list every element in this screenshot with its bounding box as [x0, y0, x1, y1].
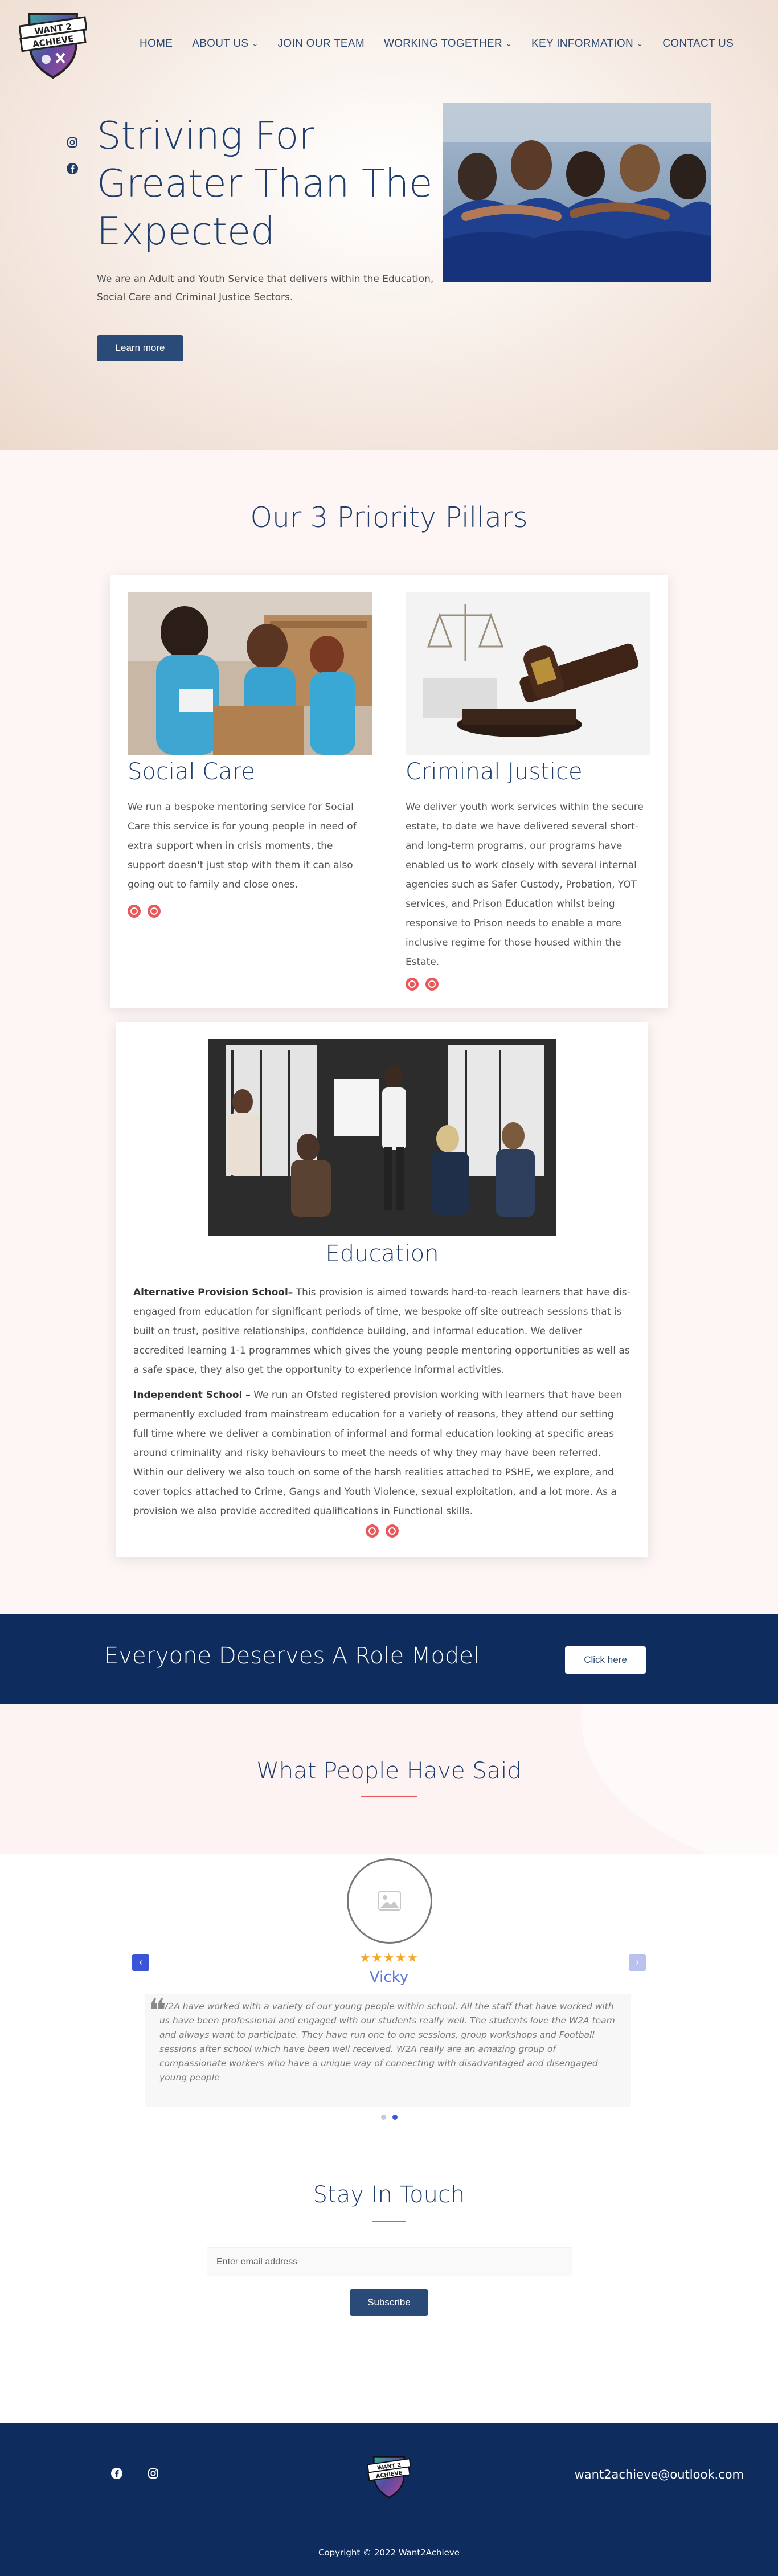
- click-here-button[interactable]: Click here: [565, 1646, 646, 1674]
- link-icon[interactable]: [425, 978, 439, 991]
- footer-social-links: [110, 2467, 160, 2480]
- chevron-down-icon: ⌄: [252, 39, 259, 48]
- pillars-section: Our 3 Priority Pillars Social Care We ru…: [0, 450, 778, 1614]
- facebook-icon[interactable]: [110, 2467, 124, 2480]
- role-model-title: Everyone Deserves A Role Model: [104, 1643, 480, 1669]
- nav-about-us[interactable]: ABOUT US ⌄: [182, 38, 268, 50]
- pillars-title: Our 3 Priority Pillars: [250, 501, 528, 534]
- alternative-provision-heading: Alternative Provision School–: [133, 1287, 293, 1298]
- nav-home[interactable]: HOME: [130, 38, 182, 50]
- footer-email[interactable]: want2achieve@outlook.com: [575, 2468, 744, 2481]
- social-care-links: [128, 905, 161, 918]
- chevron-down-icon: ⌄: [505, 39, 513, 48]
- newsletter-title: Stay In Touch: [313, 2182, 465, 2208]
- link-icon[interactable]: [148, 905, 161, 918]
- link-icon[interactable]: [366, 1524, 379, 1538]
- subscribe-button[interactable]: Subscribe: [350, 2289, 428, 2316]
- site-logo[interactable]: WANT 2 ACHIEVE: [18, 8, 88, 81]
- criminal-justice-links: [406, 978, 439, 991]
- slider-dot-active[interactable]: [392, 2115, 398, 2120]
- instagram-icon[interactable]: [65, 136, 79, 149]
- newsletter-section: Stay In Touch Subscribe: [0, 2132, 778, 2423]
- testimonial-quote-box: ❝ W2A have worked with a variety of our …: [145, 1993, 631, 2107]
- alternative-provision-text: Alternative Provision School– This provi…: [133, 1287, 630, 1376]
- criminal-justice-text: We deliver youth work services within th…: [406, 802, 644, 968]
- pillars-card-top: Social Care We run a bespoke mentoring s…: [110, 575, 668, 1008]
- link-icon[interactable]: [386, 1524, 399, 1538]
- social-care-photo: [128, 592, 372, 755]
- nav-join-our-team[interactable]: JOIN OUR TEAM: [268, 38, 374, 50]
- footer-copyright: Copyright © 2022 Want2Achieve: [318, 2548, 460, 2558]
- testimonial-quote: W2A have worked with a variety of our yo…: [159, 2001, 615, 2083]
- social-care-text: We run a bespoke mentoring service for S…: [128, 802, 357, 890]
- nav-contact-us[interactable]: CONTACT US: [653, 38, 743, 50]
- reviewer-name: Vicky: [369, 1969, 409, 1986]
- social-care-title: Social Care: [128, 759, 255, 785]
- education-title: Education: [325, 1241, 439, 1267]
- independent-school-text: Independent School – We run an Ofsted re…: [133, 1389, 623, 1517]
- nav-key-information[interactable]: KEY INFORMATION ⌄: [522, 38, 653, 50]
- pillars-card-education: Education Alternative Provision School– …: [116, 1022, 648, 1557]
- hero-social-links: [65, 136, 79, 175]
- link-icon[interactable]: [406, 978, 419, 991]
- learn-more-button[interactable]: Learn more: [97, 335, 183, 361]
- footer-logo[interactable]: WANT 2 ACHIEVE: [367, 2453, 411, 2500]
- link-icon[interactable]: [128, 905, 141, 918]
- slider-pagination: [0, 2115, 778, 2120]
- slider-dot[interactable]: [380, 2115, 386, 2120]
- independent-school-heading: Independent School –: [133, 1389, 251, 1401]
- hero-section: WANT 2 ACHIEVE HOME ABOUT US ⌄ JOIN OUR T…: [0, 0, 778, 450]
- star-rating: ★★★★★: [359, 1951, 419, 1965]
- role-model-banner: Everyone Deserves A Role Model Click her…: [0, 1614, 778, 1704]
- hero-team-photo: [443, 103, 711, 282]
- reviewer-avatar: [347, 1858, 432, 1944]
- title-underline: [372, 2221, 406, 2222]
- hero-description: We are an Adult and Youth Service that d…: [97, 273, 434, 303]
- nav-working-together[interactable]: WORKING TOGETHER ⌄: [374, 38, 522, 50]
- site-footer: WANT 2 ACHIEVE want2achieve@outlook.com …: [0, 2423, 778, 2576]
- chevron-down-icon: ⌄: [637, 39, 644, 48]
- main-header: WANT 2 ACHIEVE HOME ABOUT US ⌄ JOIN OUR T…: [0, 0, 778, 91]
- hero-title: Striving For Greater Than The Expected: [97, 113, 433, 253]
- instagram-icon[interactable]: [146, 2467, 160, 2480]
- education-photo: [208, 1039, 556, 1236]
- testimonials-section: What People Have Said ‹ › ★★★★★ Vicky ❝ …: [0, 1704, 778, 2132]
- logo-shield-icon: WANT 2 ACHIEVE: [367, 2456, 411, 2499]
- facebook-icon[interactable]: [65, 162, 79, 175]
- primary-nav: HOME ABOUT US ⌄ JOIN OUR TEAM WORKING TOG…: [130, 38, 743, 50]
- education-links: [366, 1524, 399, 1538]
- logo-shield-icon: WANT 2 ACHIEVE: [18, 13, 88, 79]
- criminal-justice-title: Criminal Justice: [406, 759, 583, 785]
- image-placeholder-icon: [378, 1891, 401, 1911]
- title-underline: [361, 1796, 417, 1797]
- email-field[interactable]: [207, 2247, 572, 2276]
- testimonials-title: What People Have Said: [256, 1758, 522, 1784]
- criminal-justice-photo: [406, 592, 650, 755]
